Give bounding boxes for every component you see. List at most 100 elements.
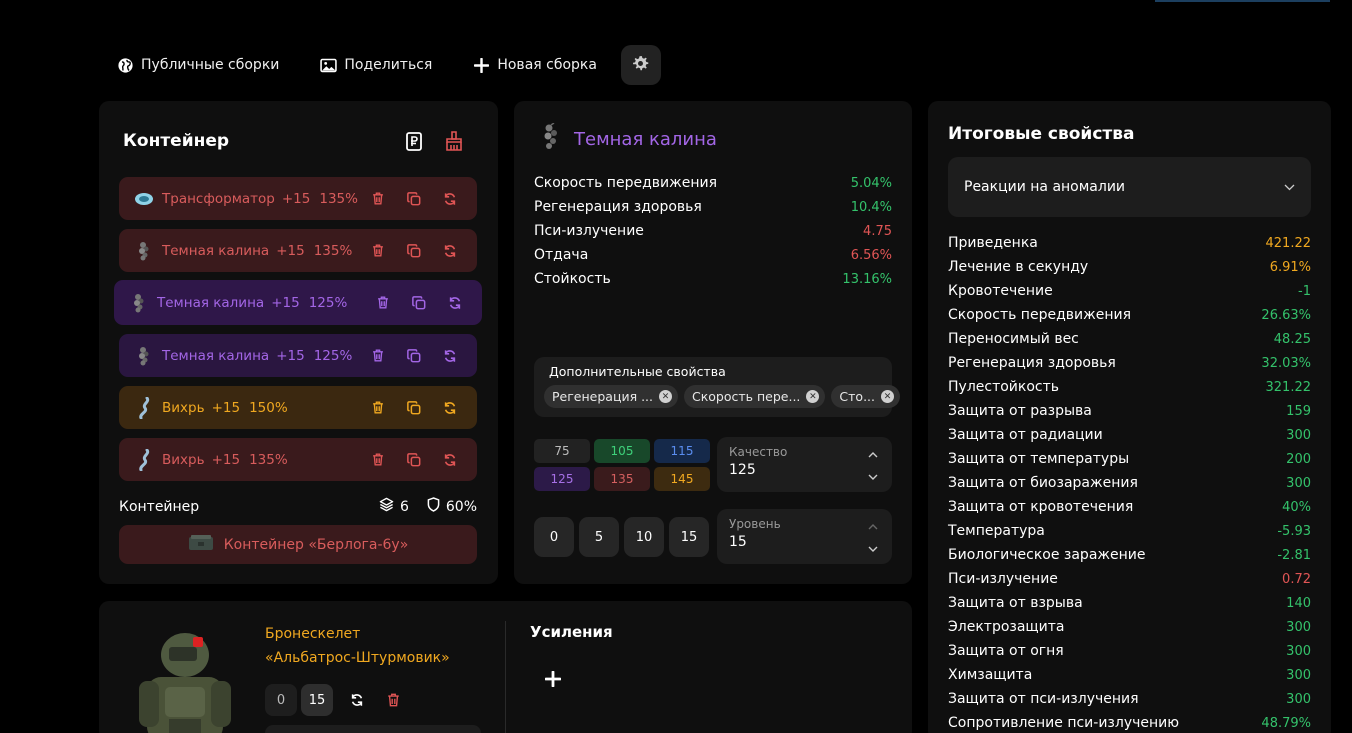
additional-properties-label: Дополнительные свойства: [549, 364, 726, 379]
property-chip[interactable]: Сто... ✕: [831, 385, 900, 408]
quality-preset-button[interactable]: 145: [654, 467, 710, 491]
totals-select-value: Реакции на аномалии: [964, 179, 1126, 195]
total-stat-label: Защита от огня: [948, 643, 1064, 659]
refresh-icon[interactable]: [441, 190, 459, 208]
total-stat-label: Защита от радиации: [948, 427, 1103, 443]
chip-label: Скорость пере...: [692, 389, 801, 404]
level-stepper[interactable]: Уровень 15: [717, 509, 892, 564]
quality-stepper[interactable]: Качество 125: [717, 437, 892, 492]
refresh-icon[interactable]: [446, 294, 464, 312]
artifact-row[interactable]: Вихрь +15 150%: [119, 386, 477, 429]
copy-icon[interactable]: [410, 294, 428, 312]
chevron-down-icon[interactable]: [868, 541, 878, 556]
armor-subfield[interactable]: [265, 725, 481, 733]
refresh-icon[interactable]: [441, 451, 459, 469]
chevron-up-icon[interactable]: [868, 519, 878, 534]
totals-title: Итоговые свойства: [948, 124, 1135, 144]
close-icon[interactable]: ✕: [659, 390, 672, 403]
stat-value: 13.16%: [842, 271, 892, 287]
total-stat-label: Пси-излучение: [948, 571, 1058, 587]
broom-clear-icon[interactable]: [444, 131, 464, 151]
quality-preset-button[interactable]: 125: [534, 467, 590, 491]
artifact-icon: [133, 448, 155, 471]
total-stat-value: 300: [1286, 643, 1311, 659]
artifact-row[interactable]: Вихрь +15 135%: [119, 438, 477, 481]
level-preset-button[interactable]: 15: [669, 517, 709, 557]
additional-properties-field[interactable]: Дополнительные свойства Регенерация ... ✕…: [534, 357, 900, 417]
refresh-icon[interactable]: [341, 684, 373, 716]
level-preset-button[interactable]: 0: [534, 517, 574, 557]
artifact-row-actions: [369, 177, 459, 220]
copy-icon[interactable]: [405, 451, 423, 469]
trash-icon[interactable]: [369, 190, 387, 208]
trash-icon[interactable]: [369, 399, 387, 417]
level-preset-button[interactable]: 10: [624, 517, 664, 557]
artifact-row-level: +15: [276, 347, 305, 364]
quality-preset-button[interactable]: 115: [654, 439, 710, 463]
shield-icon: [427, 497, 440, 516]
close-icon[interactable]: ✕: [881, 390, 894, 403]
artifact-row-actions: [369, 438, 459, 481]
artifact-row-actions: [374, 280, 464, 325]
container-select-button[interactable]: Контейнер «Берлога-6у»: [119, 525, 477, 564]
total-stat-row: Защита от взрыва 140: [948, 591, 1311, 615]
totals-list: Приведенка 421.22 Лечение в секунду 6.91% Кр…: [948, 231, 1311, 733]
public-builds-button[interactable]: Публичные сборки: [110, 45, 285, 85]
artifact-row-level: +15: [276, 242, 305, 259]
container-footer: Контейнер 6 60%: [119, 497, 477, 516]
trash-icon[interactable]: [369, 347, 387, 365]
total-stat-label: Приведенка: [948, 235, 1038, 251]
new-build-button[interactable]: Новая сборка: [466, 45, 603, 85]
trash-icon[interactable]: [374, 294, 392, 312]
quality-value: 125: [729, 462, 756, 478]
copy-icon[interactable]: [405, 190, 423, 208]
armor-exoskeleton-image[interactable]: [129, 629, 239, 733]
settings-button[interactable]: [620, 45, 661, 85]
quality-preset-button[interactable]: 135: [594, 467, 650, 491]
refresh-icon[interactable]: [441, 399, 459, 417]
property-chip[interactable]: Регенерация ... ✕: [544, 385, 678, 408]
totals-category-select[interactable]: Реакции на аномалии: [948, 157, 1311, 217]
add-upgrade-button[interactable]: [535, 663, 571, 699]
totals-panel: Итоговые свойства Реакции на аномалии Пр…: [928, 101, 1331, 733]
total-stat-value: 0.72: [1282, 571, 1311, 587]
level-preset-button[interactable]: 5: [579, 517, 619, 557]
artifact-row[interactable]: Темная калина +15 125%: [119, 334, 477, 377]
artifact-row-quality: 135%: [313, 242, 353, 259]
chevron-up-icon[interactable]: [868, 447, 878, 462]
artifact-icon: [133, 240, 155, 262]
quality-preset-button[interactable]: 105: [594, 439, 650, 463]
property-chip[interactable]: Скорость пере... ✕: [684, 385, 826, 408]
share-button[interactable]: Поделиться: [313, 45, 438, 85]
armor-level-min-button[interactable]: 0: [265, 684, 297, 716]
artifact-stat-row: Скорость передвижения 5.04%: [534, 171, 892, 195]
chevron-down-icon[interactable]: [868, 469, 878, 484]
total-stat-value: 40%: [1282, 499, 1311, 515]
copy-icon[interactable]: [405, 347, 423, 365]
layers-icon: [379, 497, 394, 516]
ruble-document-icon[interactable]: [404, 131, 424, 151]
artifact-name: Темная калина: [574, 128, 717, 150]
artifact-row-quality: 125%: [308, 294, 348, 311]
copy-icon[interactable]: [405, 399, 423, 417]
artifact-row-actions: [369, 386, 459, 429]
close-icon[interactable]: ✕: [806, 390, 820, 403]
quality-preset-button[interactable]: 75: [534, 439, 590, 463]
trash-icon[interactable]: [369, 242, 387, 260]
trash-icon[interactable]: [377, 684, 409, 716]
refresh-icon[interactable]: [441, 242, 459, 260]
total-stat-label: Электрозащита: [948, 619, 1065, 635]
artifact-row[interactable]: Трансформатор +15 135%: [119, 177, 477, 220]
artifact-detail-panel: Темная калина Скорость передвижения 5.04%…: [514, 101, 912, 584]
artifact-row[interactable]: Темная калина +15 125%: [114, 280, 482, 325]
artifact-row-level: +15: [281, 190, 311, 207]
total-stat-value: 300: [1286, 691, 1311, 707]
total-stat-label: Лечение в секунду: [948, 259, 1089, 275]
copy-icon[interactable]: [405, 242, 423, 260]
total-stat-value: 6.91%: [1269, 259, 1311, 275]
refresh-icon[interactable]: [441, 347, 459, 365]
artifact-row[interactable]: Темная калина +15 135%: [119, 229, 477, 272]
armor-level-current-button[interactable]: 15: [301, 684, 333, 716]
trash-icon[interactable]: [369, 451, 387, 469]
total-stat-value: 48.79%: [1261, 715, 1311, 731]
